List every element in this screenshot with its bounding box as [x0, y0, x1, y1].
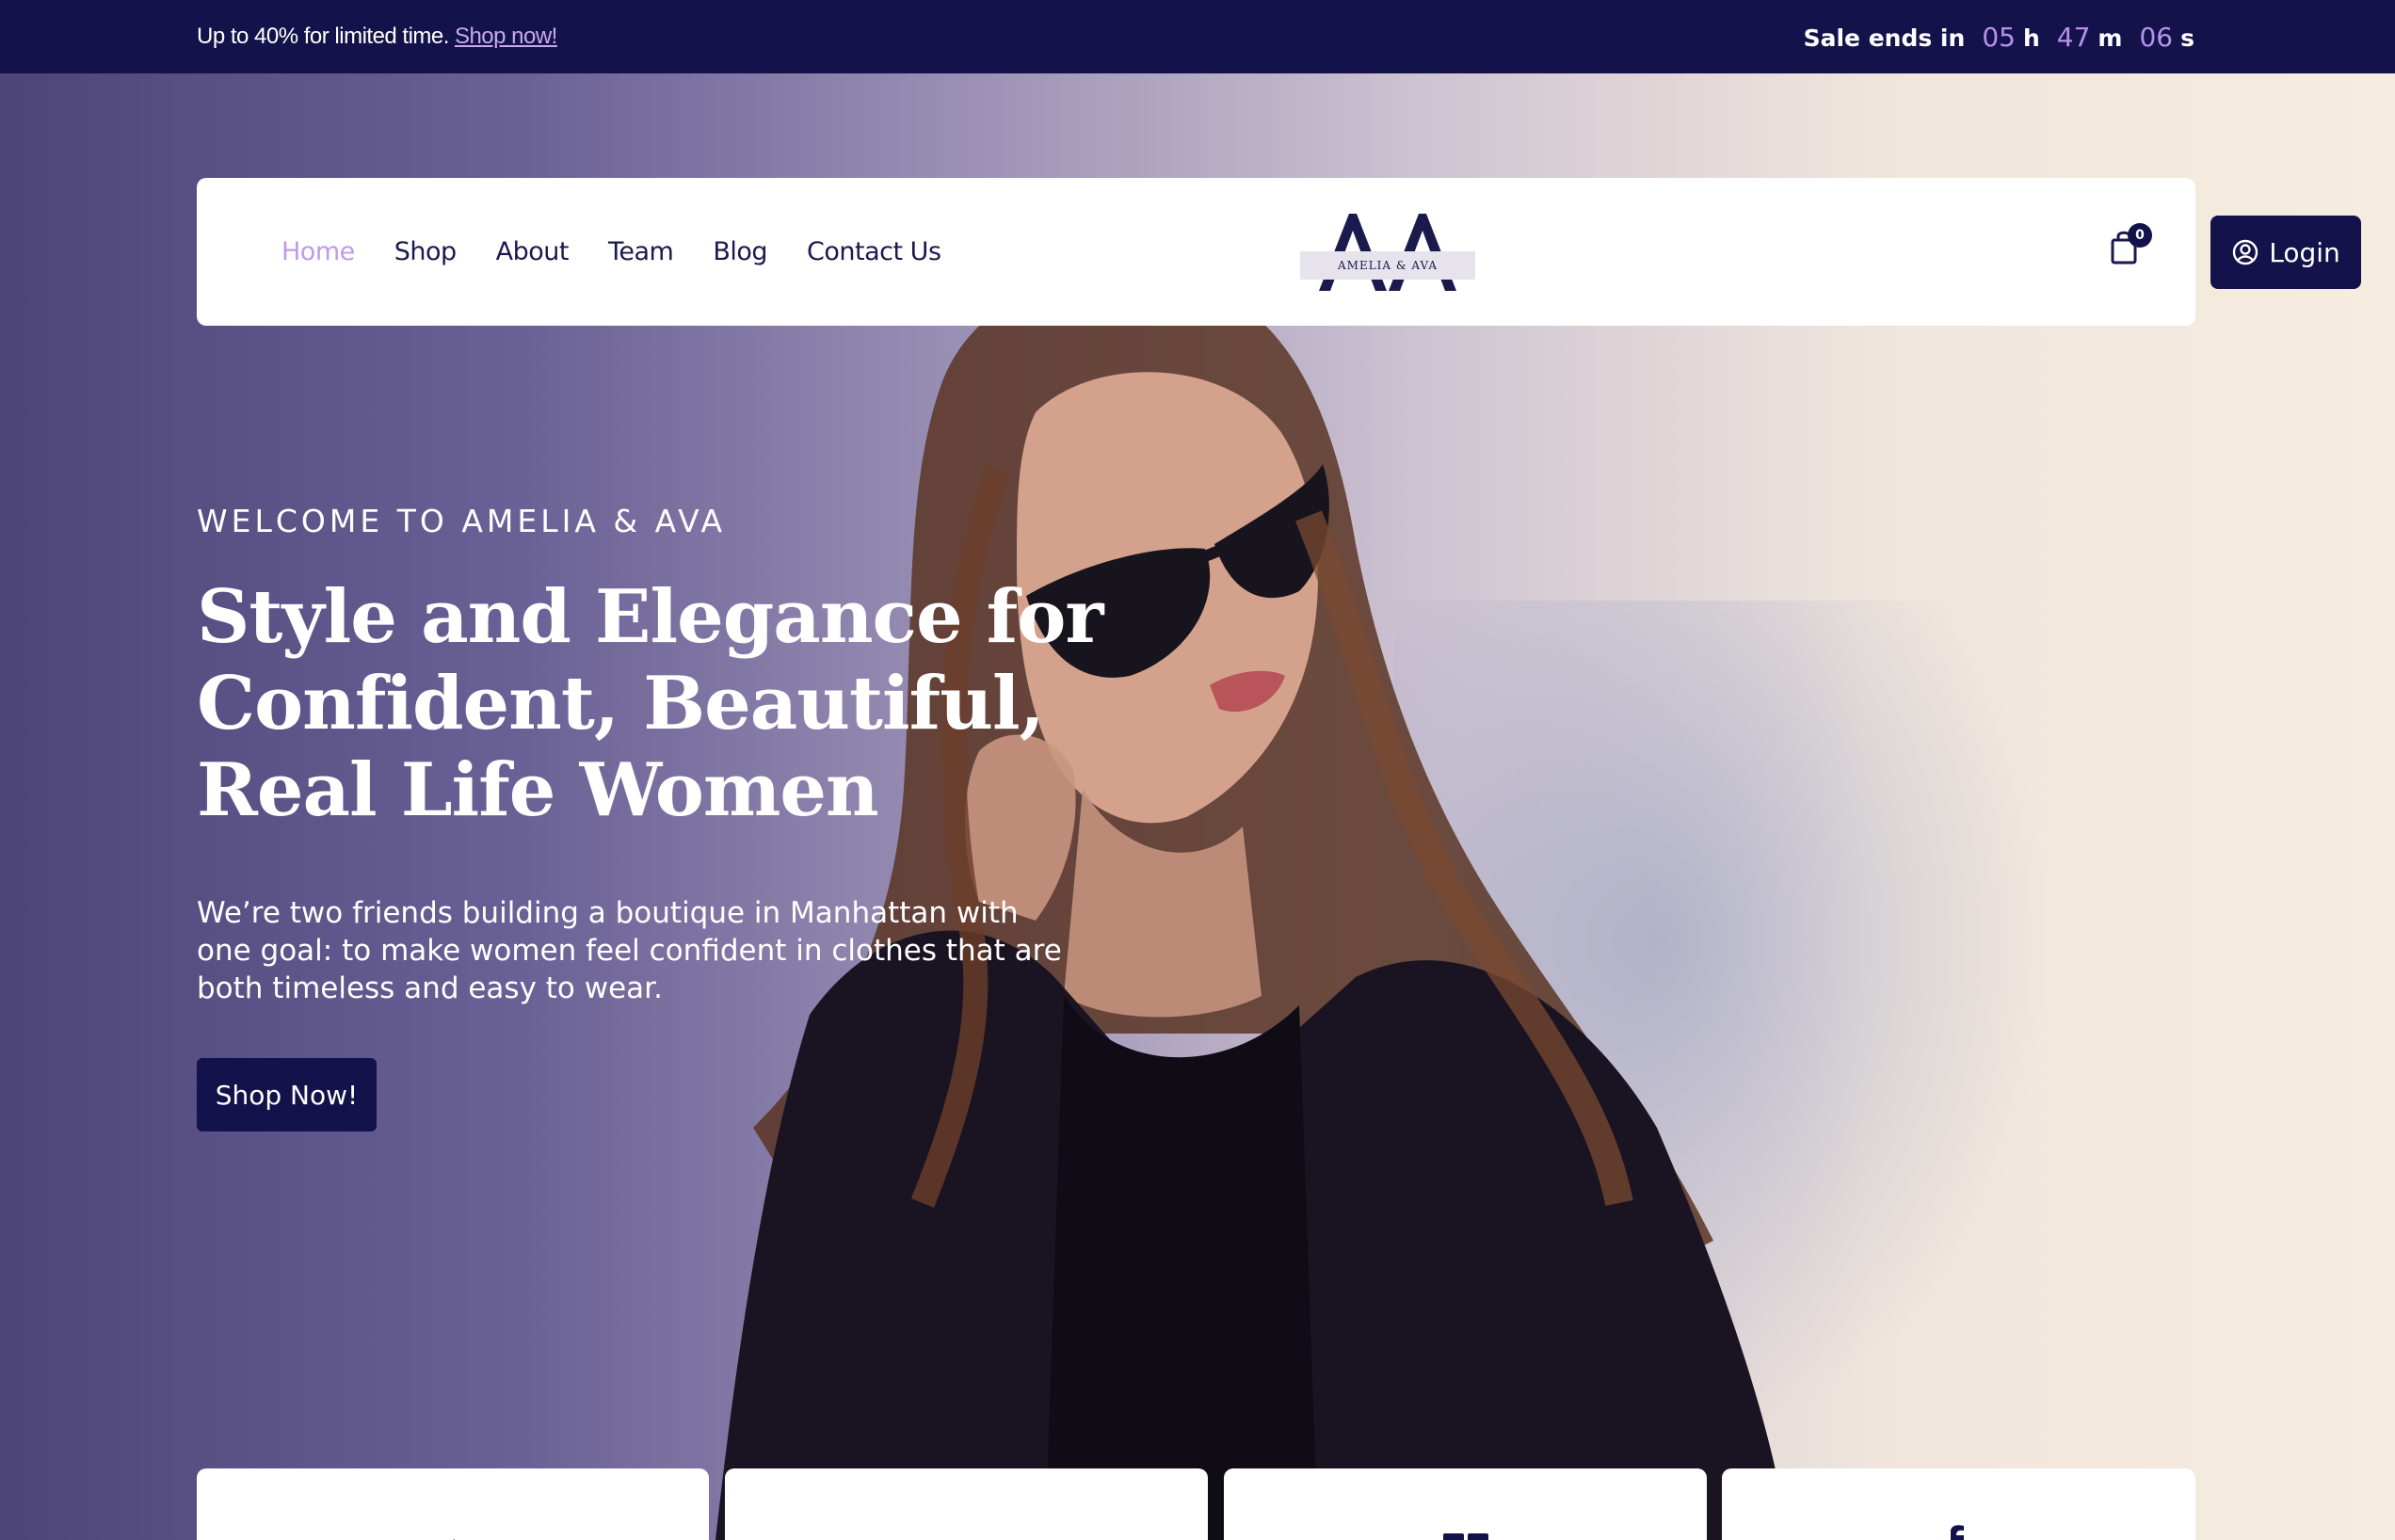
countdown-seconds: 06 — [2139, 21, 2174, 53]
nav-item-home[interactable]: Home — [281, 237, 355, 266]
cart-count-badge: 0 — [2128, 223, 2152, 248]
feature-card-1 — [197, 1468, 709, 1540]
brand-logo-text: AMELIA & AVA — [1300, 251, 1475, 280]
countdown-minutes: 47 — [2056, 21, 2091, 53]
feature-card-4 — [1722, 1468, 2195, 1540]
promo-shop-now-link[interactable]: Shop now! — [455, 24, 557, 49]
nav-item-blog[interactable]: Blog — [713, 237, 767, 266]
countdown-hours: 05 — [1982, 21, 2016, 53]
brand-logo[interactable]: AMELIA & AVA — [1300, 204, 1475, 298]
feature-3-icon — [1442, 1533, 1488, 1540]
hero-headline: Style and Elegance for Confident, Beauti… — [197, 574, 1138, 834]
login-label: Login — [2269, 236, 2340, 268]
login-button[interactable]: Login — [2210, 216, 2361, 289]
nav-item-shop[interactable]: Shop — [394, 237, 457, 266]
feature-card-3 — [1224, 1468, 1707, 1540]
countdown-seconds-unit: s — [2180, 24, 2194, 52]
hero-eyebrow: WELCOME TO AMELIA & AVA — [197, 503, 727, 539]
feature-1-icon — [453, 1539, 455, 1540]
main-nav-card: Home Shop About Team Blog Contact Us AME… — [197, 178, 2361, 326]
countdown-hours-unit: h — [2022, 24, 2040, 52]
nav-item-contact-us[interactable]: Contact Us — [807, 237, 941, 266]
user-circle-icon — [2233, 239, 2258, 265]
promo-message: Up to 40% for limited time. Shop now! — [197, 24, 557, 50]
sale-countdown: Sale ends in 05 h 47 m 06 s — [1804, 22, 2194, 53]
promo-text: Up to 40% for limited time. — [197, 24, 449, 49]
feature-card-2 — [725, 1468, 1208, 1540]
promo-bar: Up to 40% for limited time. Shop now! Sal… — [0, 0, 2395, 73]
main-nav: Home Shop About Team Blog Contact Us — [281, 237, 941, 266]
hero-section: Home Shop About Team Blog Contact Us AME… — [0, 73, 2395, 1540]
feature-2-icon — [939, 1520, 995, 1540]
hero-headline-line-3: Real Life Women — [197, 747, 879, 833]
shop-now-button[interactable]: Shop Now! — [197, 1058, 377, 1131]
hero-description: We’re two friends building a boutique in… — [197, 896, 1062, 1005]
hero-headline-line-2: Confident, Beautiful, — [197, 661, 1045, 746]
nav-item-about[interactable]: About — [496, 237, 570, 266]
feature-4-icon — [1950, 1525, 1964, 1540]
countdown-minutes-unit: m — [2098, 24, 2123, 52]
cart-button[interactable]: 0 — [2108, 223, 2152, 274]
hero-wall-shadow — [1393, 601, 2052, 1448]
sale-label: Sale ends in — [1803, 24, 1966, 52]
hero-headline-line-1: Style and Elegance for — [197, 574, 1103, 660]
nav-item-team[interactable]: Team — [608, 237, 674, 266]
